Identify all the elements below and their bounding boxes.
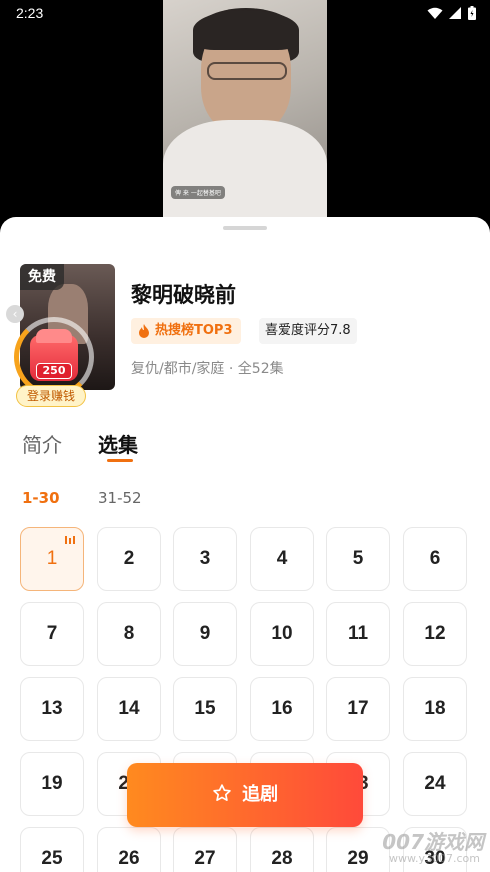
episode-button[interactable]: 13 [20, 677, 84, 741]
episode-button[interactable]: 27 [173, 827, 237, 872]
episode-sheet: 免费 ‹ 250 登录赚钱 黎明破晓前 热搜榜TOP3 喜爱度评分7.8 复仇/… [0, 217, 490, 872]
episode-button[interactable]: 2 [97, 527, 161, 591]
battery-icon [468, 6, 476, 20]
tab-intro[interactable]: 简介 [22, 429, 62, 458]
episode-button[interactable]: 3 [173, 527, 237, 591]
episode-button[interactable]: 11 [326, 602, 390, 666]
star-outline-icon [213, 784, 231, 801]
video-figure-hairline [193, 10, 299, 50]
drama-title: 黎明破晓前 [131, 283, 236, 307]
follow-button[interactable]: 追剧 [127, 763, 363, 827]
signal-icon [449, 6, 461, 19]
episode-button-current[interactable]: 1 [20, 527, 84, 591]
video-figure-glasses [207, 62, 287, 80]
episode-button[interactable]: 7 [20, 602, 84, 666]
episode-button[interactable]: 15 [173, 677, 237, 741]
episode-button[interactable]: 17 [326, 677, 390, 741]
video-subtitle: 俾 来 一起替基吧 [171, 186, 225, 199]
tab-episodes[interactable]: 选集 [98, 429, 138, 458]
reward-count: 250 [36, 363, 72, 379]
wifi-icon [427, 7, 443, 19]
status-time: 2:23 [16, 5, 44, 21]
status-icons [427, 6, 476, 20]
detail-tabs: 简介 选集 [22, 429, 322, 465]
episode-button[interactable]: 26 [97, 827, 161, 872]
episode-button[interactable]: 9 [173, 602, 237, 666]
hot-rank-label: 热搜榜TOP3 [155, 323, 233, 338]
watermark-url: www.y3007.com [389, 852, 480, 865]
love-score-tag: 喜爱度评分7.8 [259, 318, 357, 344]
hot-rank-tag[interactable]: 热搜榜TOP3 [131, 318, 241, 344]
range-1-30[interactable]: 1-30 [22, 489, 60, 507]
episode-button[interactable]: 25 [20, 827, 84, 872]
episode-button[interactable]: 19 [20, 752, 84, 816]
tab-active-indicator [107, 459, 133, 462]
free-badge: 免费 [20, 264, 64, 290]
fire-icon [139, 324, 149, 338]
episode-button[interactable]: 14 [97, 677, 161, 741]
episode-button[interactable]: 24 [403, 752, 467, 816]
video-figure-shirt [163, 120, 327, 230]
episode-button[interactable]: 29 [326, 827, 390, 872]
watermark-logo: 007游戏网 [382, 830, 484, 854]
drama-meta: 复仇/都市/家庭 · 全52集 [131, 361, 284, 377]
range-31-52[interactable]: 31-52 [98, 489, 142, 507]
episode-button[interactable]: 6 [403, 527, 467, 591]
episode-button[interactable]: 16 [250, 677, 314, 741]
playing-bars-icon [65, 536, 75, 544]
episode-button[interactable]: 10 [250, 602, 314, 666]
sheet-drag-handle[interactable] [223, 226, 267, 230]
episode-button[interactable]: 4 [250, 527, 314, 591]
episode-button[interactable]: 12 [403, 602, 467, 666]
episode-button[interactable]: 28 [250, 827, 314, 872]
episode-button[interactable]: 18 [403, 677, 467, 741]
episode-button[interactable]: 8 [97, 602, 161, 666]
login-earn-button[interactable]: 登录赚钱 [16, 385, 86, 407]
follow-button-label: 追剧 [242, 784, 279, 805]
episode-button[interactable]: 5 [326, 527, 390, 591]
video-player[interactable]: 俾 来 一起替基吧 [163, 0, 327, 230]
